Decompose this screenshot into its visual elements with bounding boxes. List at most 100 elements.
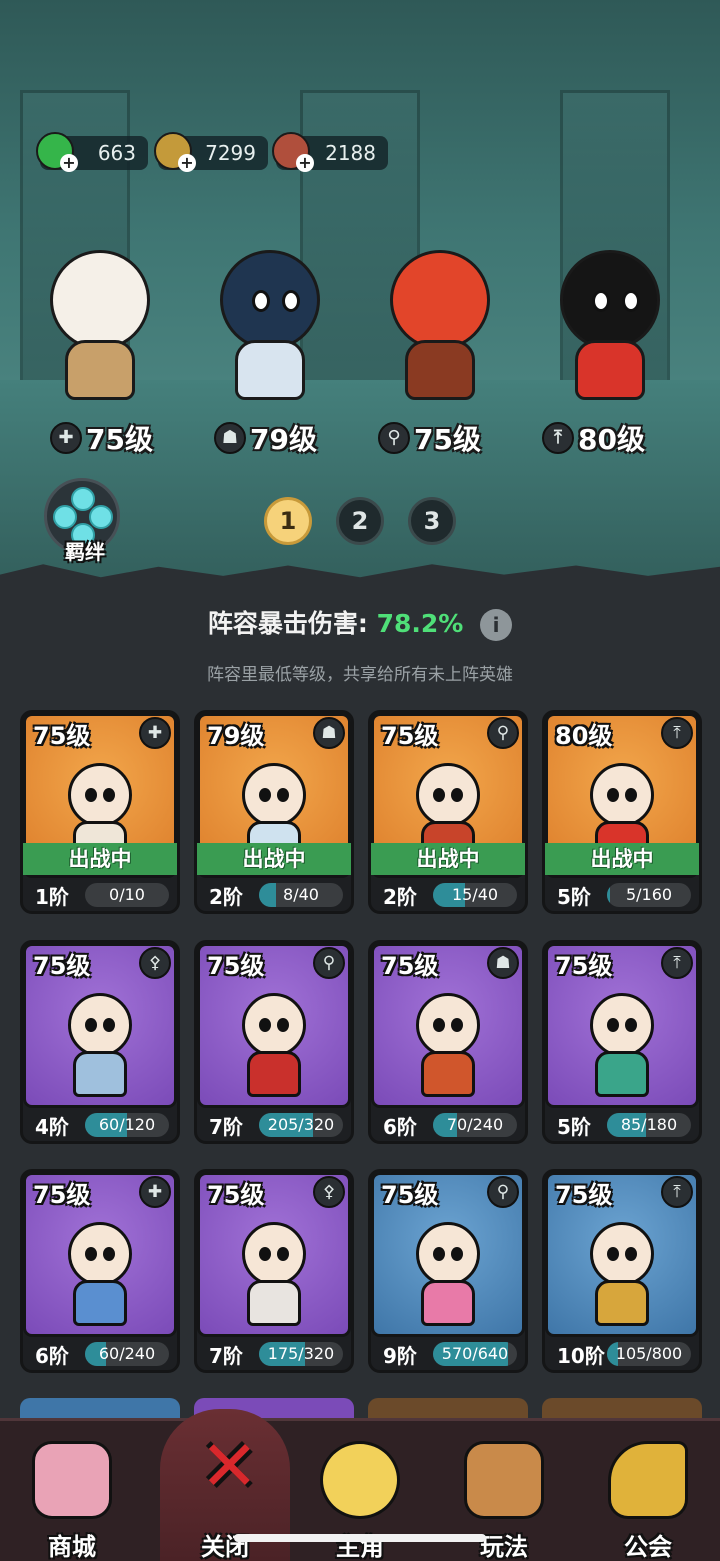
lineup-hero-4[interactable] [530,230,680,410]
staff-icon: ⚲ [487,1176,519,1208]
bond-dot [53,505,77,529]
hero-portrait-body [595,1280,649,1326]
nav-label: 商城 [48,1533,96,1561]
hero-card[interactable]: 75级 ⤒ 5阶 85/180 [542,940,702,1144]
hero-level: 75级 [381,722,439,750]
nav-label: 公会 [624,1533,672,1561]
hero-portrait-body [73,1051,127,1097]
hero-card[interactable]: 75级 ⚲ 9阶 570/640 [368,1169,528,1373]
shard-progress-text: 60/120 [98,1115,156,1134]
resource-value: 663 [97,141,136,165]
home-indicator[interactable] [234,1534,486,1542]
hero-portrait [416,993,480,1057]
lineup-page-2[interactable]: 2 [336,497,384,545]
shard-progress-bar: 205/320 [259,1113,343,1137]
hero-sprite [50,250,150,350]
shard-progress-bar: 175/320 [259,1342,343,1366]
hero-eye [282,290,300,312]
hero-portrait [68,993,132,1057]
staff-icon: ⚲ [487,717,519,749]
shard-progress-bar: 15/40 [433,883,517,907]
lineup-page-1[interactable]: 1 [264,497,312,545]
lineup-hero-3[interactable] [360,230,510,410]
hero-portrait [416,763,480,827]
shard-progress-text: 5/160 [625,885,673,904]
battle-scene: + 663 + 7299 + 2188 ✚ 75级 ☗ 79级 ⚲ 75级 ⤒ … [0,0,720,585]
shard-progress-text: 15/40 [451,885,499,904]
hero-tier: 4阶 [35,1115,69,1139]
resource-book[interactable]: + 2188 [272,132,388,172]
hero-level: 75级 [555,952,613,980]
hero-card[interactable]: 75级 ⚴ 4阶 60/120 [20,940,180,1144]
lineup-crit-stat: 阵容暴击伤害: 78.2% i [0,604,720,641]
hero-level: 75级 [207,1181,265,1209]
shard-progress-bar: 5/160 [607,883,691,907]
close-icon: ✕ [200,1425,259,1507]
hero-tier: 6阶 [383,1115,417,1139]
resource-coin[interactable]: + 7299 [154,132,268,172]
chick-icon [320,1441,400,1519]
hero-card[interactable]: 80级 ⤒ 出战中 5阶 5/160 [542,710,702,914]
hero-portrait-body [595,1051,649,1097]
hero-card[interactable]: 75级 ⚲ 7阶 205/320 [194,940,354,1144]
hero-tier: 2阶 [209,885,243,909]
shard-progress-bar: 8/40 [259,883,343,907]
hero-card[interactable]: 75级 ⚲ 出战中 2阶 15/40 [368,710,528,914]
level-text: 75级 [414,423,481,456]
hero-level: 75级 [33,1181,91,1209]
hero-sprite [560,250,660,350]
hero-card[interactable]: 75级 ✚ 6阶 60/240 [20,1169,180,1373]
level-share-hint: 阵容里最低等级，共享给所有未上阵英雄 [207,665,513,685]
level-text: 79级 [250,423,317,456]
hero-portrait [590,1222,654,1286]
hero-tier: 7阶 [209,1344,243,1368]
arrow-up-icon: ⤒ [661,947,693,979]
hero-eye [592,290,610,312]
bond-button[interactable]: 羁绊 [44,478,126,568]
skull-icon: ☗ [214,422,246,454]
hero-body [575,340,645,400]
hero-tier: 7阶 [209,1115,243,1139]
bond-dot [89,505,113,529]
hero-level: 80级 [555,722,613,750]
nav-shop[interactable]: 商城 [0,1421,144,1561]
skull-icon: ☗ [313,717,345,749]
shard-progress-bar: 0/10 [85,883,169,907]
staff-icon: ⚲ [378,422,410,454]
hero-card[interactable]: 75级 ✚ 出战中 1阶 0/10 [20,710,180,914]
arrow-up-icon: ⤒ [542,422,574,454]
deployed-badge: 出战中 [545,843,699,875]
hero-portrait [416,1222,480,1286]
deployed-badge: 出战中 [23,843,177,875]
arrow-up-icon: ⤒ [661,717,693,749]
hero-card[interactable]: 79级 ☗ 出战中 2阶 8/40 [194,710,354,914]
hero-sprite [220,250,320,350]
lineup-hero-2[interactable] [190,230,340,410]
lineup-page-3[interactable]: 3 [408,497,456,545]
hero-card[interactable]: 75级 ⚴ 7阶 175/320 [194,1169,354,1373]
deployed-badge: 出战中 [197,843,351,875]
crit-label: 阵容暴击伤害: [207,609,368,638]
resource-jade[interactable]: + 663 [36,132,148,172]
hero-tier: 2阶 [383,885,417,909]
info-icon[interactable]: i [480,609,513,641]
shard-progress-text: 85/180 [620,1115,678,1134]
hero-level: 75级 [33,722,91,750]
hero-level: 75级 [381,952,439,980]
tv-icon [464,1441,544,1519]
resource-value: 2188 [325,141,376,165]
hero-level: 75级 [555,1181,613,1209]
hero-level: 75级 [207,952,265,980]
lineup-level-3: ⚲ 75级 [378,418,481,458]
hero-card[interactable]: 75级 ☗ 6阶 70/240 [368,940,528,1144]
mage-icon: ⚴ [313,1176,345,1208]
lineup-hero-1[interactable] [20,230,170,410]
hero-level: 79级 [207,722,265,750]
plus-icon: ✚ [50,422,82,454]
shard-progress-text: 175/320 [267,1344,335,1363]
hero-card[interactable]: 75级 ⤒ 10阶 105/800 [542,1169,702,1373]
nav-guild[interactable]: 公会 [576,1421,720,1561]
hero-level: 75级 [33,952,91,980]
hero-portrait [242,993,306,1057]
hero-tier: 10阶 [557,1344,605,1368]
